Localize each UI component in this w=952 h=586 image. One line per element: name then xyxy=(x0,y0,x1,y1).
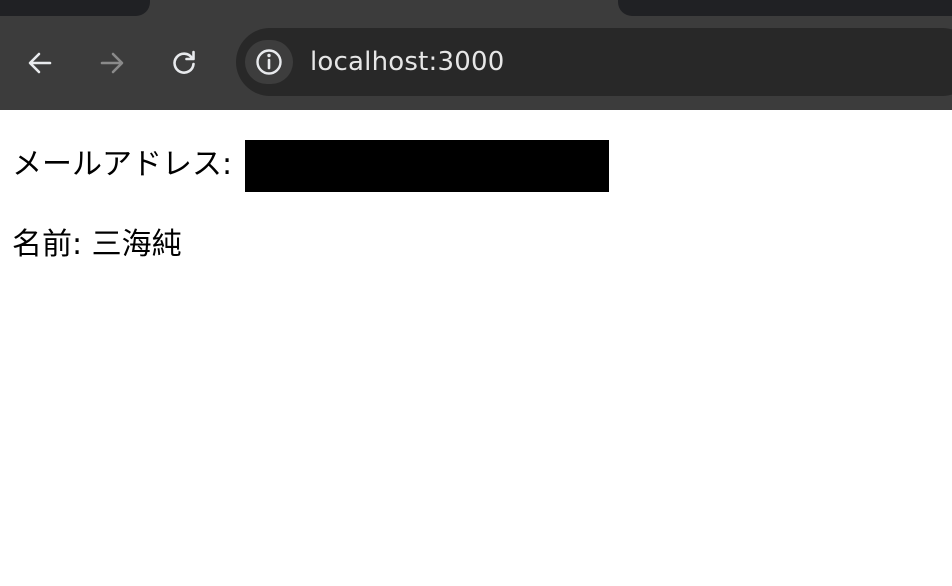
email-label: メールアドレス: xyxy=(12,147,233,182)
name-label: 名前: xyxy=(12,227,83,262)
site-info-button[interactable] xyxy=(245,40,293,84)
redacted-email-value xyxy=(245,140,609,192)
tab-left[interactable] xyxy=(0,0,150,16)
back-button[interactable] xyxy=(23,46,57,80)
forward-button[interactable] xyxy=(95,46,129,80)
reload-icon xyxy=(173,50,195,74)
info-icon xyxy=(256,49,282,75)
arrow-right-icon xyxy=(100,52,124,74)
name-value: 三海純 xyxy=(91,227,182,262)
email-row: メールアドレス: xyxy=(12,147,232,183)
reload-button[interactable] xyxy=(167,46,201,80)
tab-strip xyxy=(0,0,952,16)
url-text[interactable]: localhost:3000 xyxy=(310,44,504,80)
arrow-left-icon xyxy=(28,52,52,74)
name-row: 名前: 三海純 xyxy=(12,227,182,263)
tab-right[interactable] xyxy=(618,0,952,16)
